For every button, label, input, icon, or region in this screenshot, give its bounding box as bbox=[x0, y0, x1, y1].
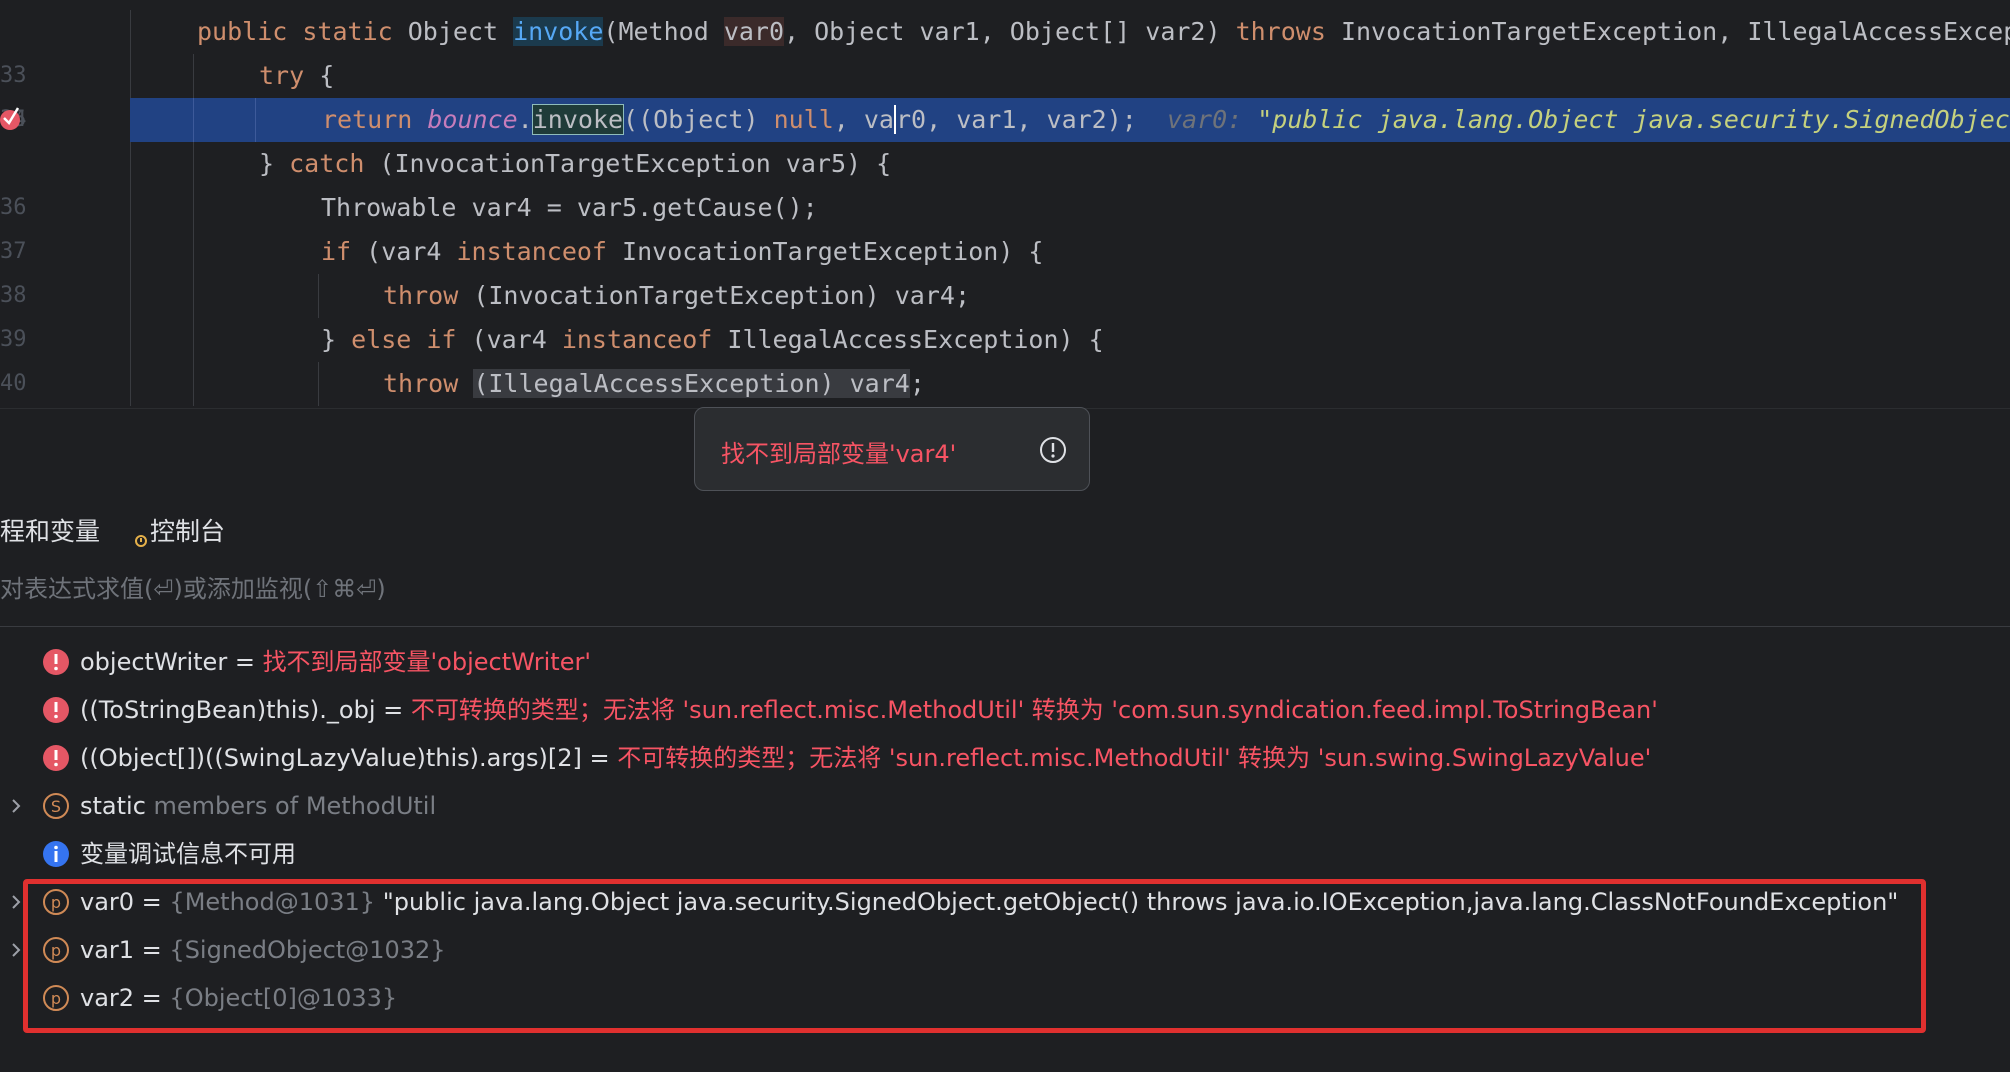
variable-row-var0[interactable]: p var0 = {Method@1031} "public java.lang… bbox=[0, 878, 2010, 926]
evaluate-expression-input[interactable] bbox=[0, 559, 1800, 619]
parameter-p-icon: p bbox=[43, 985, 69, 1011]
indent-guide bbox=[193, 230, 194, 274]
variable-row-var1[interactable]: p var1 = {SignedObject@1032} bbox=[0, 926, 2010, 974]
tab-frames-variables[interactable]: 程和变量 bbox=[0, 497, 124, 567]
code-line-41[interactable]: 41 throw (IllegalAccessException) var4; bbox=[0, 362, 2010, 406]
code-text: throw (InvocationTargetException) var4; bbox=[383, 281, 971, 310]
variable-ref: {SignedObject@1032} bbox=[169, 936, 446, 964]
variable-name: ((Object[])((SwingLazyValue)this).args)[… bbox=[80, 744, 582, 772]
indent-guide bbox=[193, 98, 194, 142]
code-line-40[interactable]: 40 } else if (var4 instanceof IllegalAcc… bbox=[0, 318, 2010, 396]
variable-value: "public java.lang.Object java.security.S… bbox=[375, 888, 1899, 916]
code-text: } catch (InvocationTargetException var5)… bbox=[259, 149, 892, 178]
svg-text:S: S bbox=[51, 797, 61, 816]
indent-guide bbox=[193, 54, 194, 98]
variable-name: static bbox=[80, 792, 146, 820]
variable-row-var2[interactable]: p var2 = {Object[0]@1033} bbox=[0, 974, 2010, 1022]
code-line-35-current[interactable]: return bounce.invoke((Object) null, var0… bbox=[130, 98, 2010, 142]
indent-guide bbox=[130, 230, 131, 274]
svg-text:p: p bbox=[51, 893, 61, 912]
variable-row-objectWriter[interactable]: objectWriter = 找不到局部变量'objectWriter' bbox=[0, 638, 2010, 686]
variable-name: objectWriter bbox=[80, 648, 228, 676]
svg-text:p: p bbox=[51, 941, 61, 960]
chevron-right-icon[interactable] bbox=[8, 894, 24, 910]
inline-debug-value: var0: bbox=[1166, 105, 1258, 134]
indent-guide bbox=[255, 98, 256, 142]
indent-guide bbox=[193, 142, 194, 186]
tooltip-message: 找不到局部变量'var4' bbox=[721, 440, 957, 468]
evaluate-expression-bar bbox=[0, 558, 2010, 627]
variable-name: var1 bbox=[80, 936, 135, 964]
variable-error: 不可转换的类型；无法将 'sun.reflect.misc.MethodUtil… bbox=[410, 696, 1658, 724]
indent-guide bbox=[130, 54, 131, 98]
variable-name: var2 bbox=[80, 984, 135, 1012]
indent-guide bbox=[193, 318, 194, 362]
svg-text:p: p bbox=[51, 989, 61, 1008]
variable-row-swinglazyvalue-args[interactable]: ((Object[])((SwingLazyValue)this).args)[… bbox=[0, 734, 2010, 782]
indent-guide bbox=[318, 274, 319, 318]
chevron-right-icon[interactable] bbox=[8, 798, 24, 814]
indent-guide bbox=[130, 142, 131, 186]
indent-guide bbox=[130, 186, 131, 230]
static-s-icon: S bbox=[43, 793, 69, 819]
variable-error: 找不到局部变量'objectWriter' bbox=[262, 648, 591, 676]
code-line-39[interactable]: 39 throw (InvocationTargetException) var… bbox=[0, 274, 2010, 352]
error-icon bbox=[43, 649, 69, 675]
chevron-right-icon[interactable] bbox=[8, 942, 24, 958]
indent-guide bbox=[130, 274, 131, 318]
code-text: throw (IllegalAccessException) var4; bbox=[383, 369, 925, 398]
indent-guide bbox=[130, 10, 131, 54]
info-icon bbox=[43, 841, 69, 867]
parameter-p-icon: p bbox=[43, 937, 69, 963]
indent-guide bbox=[193, 274, 194, 318]
code-text: Throwable var4 = var5.getCause(); bbox=[321, 193, 818, 222]
variable-error: 不可转换的类型；无法将 'sun.reflect.misc.MethodUtil… bbox=[617, 744, 1652, 772]
code-text: public static Object invoke(Method var0,… bbox=[197, 17, 2010, 46]
variable-row-static-members[interactable]: S static members of MethodUtil bbox=[0, 782, 2010, 830]
indent-guide bbox=[193, 362, 194, 406]
console-badge-icon bbox=[135, 535, 147, 547]
indent-guide bbox=[193, 186, 194, 230]
info-message: 变量调试信息不可用 bbox=[80, 840, 296, 868]
parameter-p-icon: p bbox=[43, 889, 69, 915]
variable-ref: {Object[0]@1033} bbox=[169, 984, 398, 1012]
code-line-38[interactable]: 38 if (var4 instanceof InvocationTargetE… bbox=[0, 230, 2010, 308]
code-editor[interactable]: 33 public static Object invoke(Method va… bbox=[0, 0, 2010, 408]
indent-guide bbox=[130, 362, 131, 406]
error-tooltip: 找不到局部变量'var4' bbox=[694, 407, 1090, 491]
code-line-34[interactable]: 34 try { bbox=[0, 54, 2010, 132]
variable-name: ((ToStringBean)this)._obj bbox=[80, 696, 376, 724]
indent-guide bbox=[318, 362, 319, 406]
indent-guide bbox=[130, 318, 131, 362]
breakpoint-icon[interactable] bbox=[0, 104, 24, 132]
error-icon bbox=[43, 697, 69, 723]
code-line-36[interactable]: 36 } catch (InvocationTargetException va… bbox=[0, 142, 2010, 220]
variable-row-tostringbean-obj[interactable]: ((ToStringBean)this)._obj = 不可转换的类型；无法将 … bbox=[0, 686, 2010, 734]
tab-console[interactable]: 控制台 bbox=[134, 497, 225, 567]
code-text: if (var4 instanceof InvocationTargetExce… bbox=[321, 237, 1044, 266]
code-text: try { bbox=[259, 61, 335, 90]
error-icon bbox=[43, 745, 69, 771]
variable-ref: {Method@1031} bbox=[169, 888, 376, 916]
code-line-33[interactable]: 33 public static Object invoke(Method va… bbox=[0, 10, 2010, 88]
variable-row-info: 变量调试信息不可用 bbox=[0, 830, 2010, 878]
code-text: return bounce.invoke((Object) null, var0… bbox=[322, 104, 2010, 135]
variable-name: var0 bbox=[80, 888, 135, 916]
code-line-37[interactable]: 37 Throwable var4 = var5.getCause(); bbox=[0, 186, 2010, 264]
code-text: } else if (var4 instanceof IllegalAccess… bbox=[321, 325, 1104, 354]
exclamation-circle-icon[interactable] bbox=[1039, 436, 1067, 464]
